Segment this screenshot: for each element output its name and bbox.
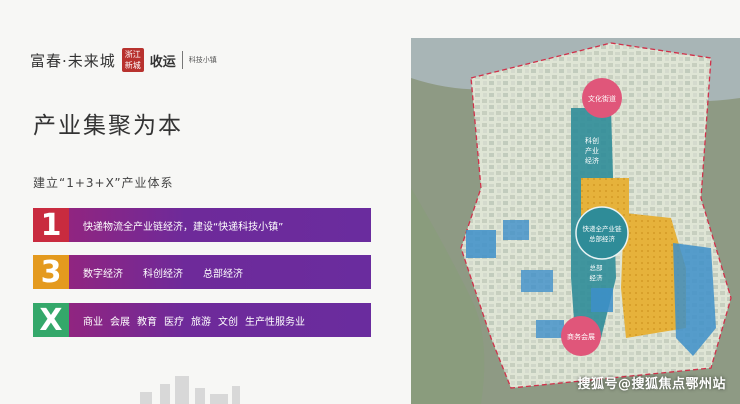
page-subtitle: 建立“1+3+X”产业体系: [33, 176, 174, 190]
map-label-hq-1: 总部: [590, 263, 604, 272]
map-label-express-2: 总部经济: [589, 234, 616, 243]
district-plan-map-svg: 文化街道 科创 产业 经济 快递全产业链 总部经济 总部 经济 商务会展: [411, 38, 740, 404]
map-label-culture: 文化街道: [588, 94, 616, 103]
slide: 富春·未来城 浙江 新城 收运 科技小镇 产业集聚为本 建立“1+3+X”产业体…: [0, 0, 740, 404]
logo-sub-text: 科技小镇: [188, 56, 217, 64]
skyline-illustration: [140, 376, 240, 404]
logo-brand-text: 收运: [149, 54, 176, 70]
map-label-hq-2: 经济: [590, 273, 604, 282]
band-item: 商业: [83, 316, 103, 328]
logo-bar: 富春·未来城 浙江 新城 收运 科技小镇: [30, 44, 217, 76]
page-title: 产业集聚为本: [33, 113, 183, 139]
logo-main-text: 富春·未来城: [30, 51, 116, 70]
map-label-tech-2: 产业: [585, 146, 599, 155]
watermark: 搜狐号@搜狐焦点鄂州站: [577, 377, 726, 392]
band-3: 3 数字经济 科创经济 总部经济: [33, 255, 371, 290]
band-item: 科创经济: [143, 268, 183, 280]
band-item: 数字经济: [83, 268, 123, 280]
band-item: 教育: [137, 316, 157, 328]
logo-seal: 浙江 新城: [121, 48, 144, 72]
band-item: 会展: [110, 316, 130, 328]
band-x: X 商业 会展 教育 医疗 旅游 文创 生产性服务业: [33, 303, 371, 338]
band-key: 1: [33, 208, 69, 243]
band-item: 文创: [218, 316, 238, 328]
logo-divider: [181, 51, 183, 69]
band-item: 旅游: [191, 316, 211, 328]
band-item: 生产性服务业: [245, 316, 305, 328]
band-item: 快递物流全产业链经济，建设“快递科技小镇”: [83, 221, 284, 233]
band-1: 1 快递物流全产业链经济，建设“快递科技小镇”: [33, 208, 371, 243]
map-label-tech-1: 科创: [585, 136, 599, 145]
map-label-business: 商务会展: [567, 332, 595, 341]
band-item: 医疗: [164, 316, 184, 328]
map-label-tech-3: 经济: [585, 156, 599, 165]
map-label-express-1: 快递全产业链: [583, 224, 623, 233]
district-plan-map: 文化街道 科创 产业 经济 快递全产业链 总部经济 总部 经济 商务会展 搜狐号…: [411, 38, 740, 404]
band-item: 总部经济: [203, 268, 243, 280]
band-key: 3: [33, 255, 69, 290]
band-key: X: [33, 303, 69, 338]
